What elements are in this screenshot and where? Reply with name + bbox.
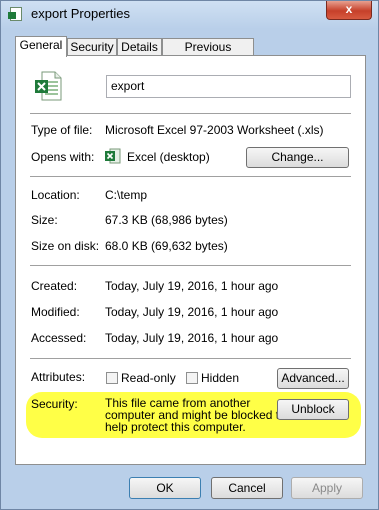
created-label: Created: (31, 279, 78, 293)
title-bar[interactable]: export Properties x (1, 1, 378, 27)
excel-app-icon (105, 148, 121, 164)
type-value: Microsoft Excel 97-2003 Worksheet (.xls) (105, 123, 324, 137)
properties-window: export Properties x General Security Det… (0, 0, 379, 510)
location-value: C:\temp (105, 188, 148, 202)
security-message: This file came from another computer and… (105, 397, 286, 433)
size-on-disk-value: 68.0 KB (69,632 bytes) (105, 239, 228, 253)
tab-previous-versions[interactable]: Previous Versions (162, 38, 254, 70)
accessed-value: Today, July 19, 2016, 1 hour ago (105, 331, 279, 345)
read-only-checkbox[interactable] (106, 372, 118, 384)
hidden-label[interactable]: Hidden (201, 371, 239, 385)
created-value: Today, July 19, 2016, 1 hour ago (105, 279, 279, 293)
apply-button[interactable]: Apply (291, 477, 363, 499)
advanced-button[interactable]: Advanced... (277, 368, 349, 389)
size-value: 67.3 KB (68,986 bytes) (105, 213, 228, 227)
hidden-checkbox[interactable] (186, 372, 198, 384)
opens-with-label: Opens with: (31, 150, 95, 164)
cancel-button[interactable]: Cancel (211, 477, 283, 499)
modified-label: Modified: (31, 305, 80, 319)
tab-general[interactable]: General (15, 36, 67, 57)
location-label: Location: (31, 188, 80, 202)
read-only-label[interactable]: Read-only (121, 371, 176, 385)
security-label: Security: (31, 397, 78, 411)
separator (30, 113, 351, 114)
modified-value: Today, July 19, 2016, 1 hour ago (105, 305, 279, 319)
tab-security[interactable]: Security (67, 38, 117, 56)
tab-details[interactable]: Details (117, 38, 162, 56)
change-button[interactable]: Change... (246, 147, 349, 168)
attributes-label: Attributes: (31, 370, 86, 384)
opens-with-value: Excel (desktop) (127, 150, 210, 164)
close-button[interactable]: x (326, 1, 372, 20)
excel-file-icon (8, 7, 22, 21)
ok-button[interactable]: OK (129, 477, 201, 499)
window-title: export Properties (31, 6, 130, 21)
type-label: Type of file: (31, 123, 93, 137)
file-name-input[interactable]: export (106, 75, 351, 98)
excel-file-icon (35, 71, 62, 101)
separator (30, 265, 351, 266)
separator (30, 358, 351, 359)
general-panel: export Type of file: Microsoft Excel 97-… (15, 55, 366, 465)
separator (30, 176, 351, 177)
security-message-line: help protect this computer. (105, 420, 246, 434)
accessed-label: Accessed: (31, 331, 87, 345)
size-on-disk-label: Size on disk: (31, 239, 100, 253)
unblock-button[interactable]: Unblock (277, 399, 349, 420)
size-label: Size: (31, 213, 58, 227)
